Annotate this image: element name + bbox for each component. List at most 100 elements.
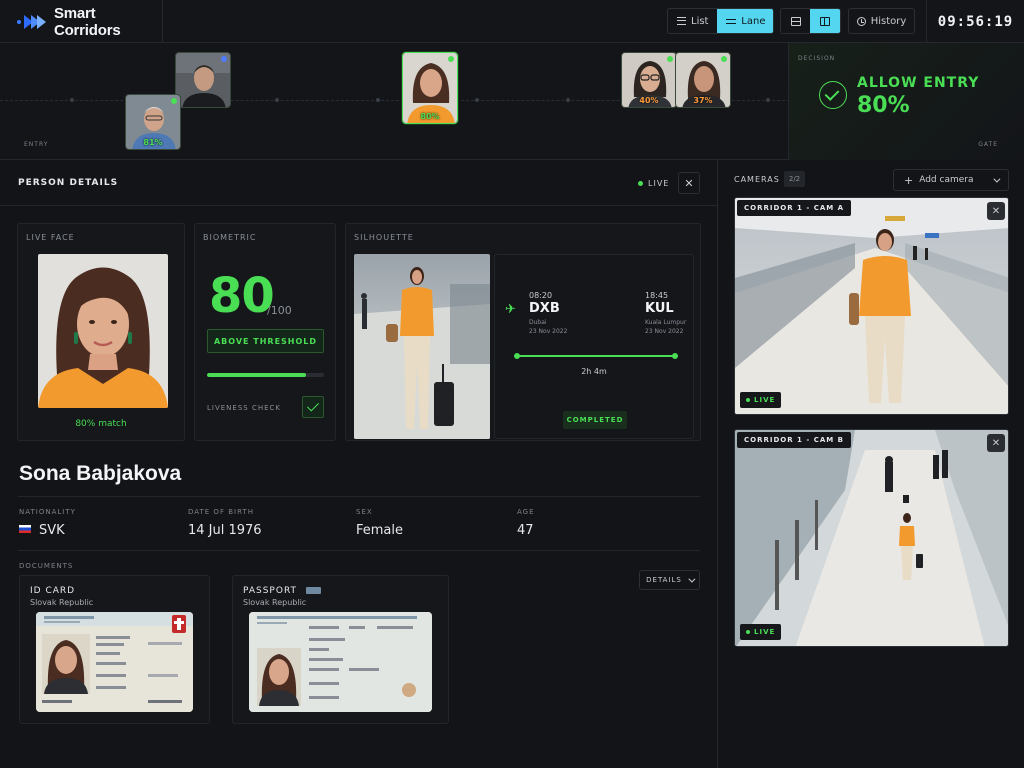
details-label: DETAILS bbox=[646, 576, 682, 584]
live-label: LIVE bbox=[648, 179, 670, 188]
divider bbox=[18, 496, 700, 497]
list-icon bbox=[677, 17, 686, 25]
flight-status-badge: COMPLETED bbox=[563, 411, 627, 429]
flight-info: 08:20 DXB Dubai 23 Nov 2022 ✈ 18:45 KUL … bbox=[494, 254, 694, 439]
clock: 09:56:19 bbox=[926, 0, 1024, 43]
arrival-city: Kuala Lumpur bbox=[645, 319, 687, 326]
age-value: 47 bbox=[517, 523, 534, 538]
documents-details-button[interactable]: DETAILS bbox=[639, 570, 700, 590]
lane-face-card[interactable]: 81% bbox=[125, 94, 181, 150]
liveness-label: LIVENESS CHECK bbox=[207, 404, 281, 412]
add-camera-button[interactable]: + Add camera bbox=[893, 169, 1009, 191]
status-dot bbox=[221, 56, 227, 62]
arrival-date: 23 Nov 2022 bbox=[645, 328, 684, 335]
passport-chip-icon bbox=[306, 587, 321, 594]
close-camera-button[interactable]: ✕ bbox=[987, 434, 1005, 452]
live-face-label: LIVE FACE bbox=[26, 233, 75, 242]
view-list-button[interactable]: List bbox=[668, 9, 717, 33]
entry-label: ENTRY bbox=[24, 141, 49, 148]
cameras-count: 2/2 bbox=[784, 171, 805, 187]
lane-marker bbox=[70, 98, 74, 102]
check-circle-icon bbox=[819, 81, 847, 109]
departure-city: Dubai bbox=[529, 319, 547, 326]
chevron-down-icon bbox=[688, 575, 696, 583]
lane-face-card[interactable]: 40% bbox=[621, 52, 677, 108]
departure-code: DXB bbox=[529, 301, 560, 316]
status-dot bbox=[171, 98, 177, 104]
face-match-pct: 80% bbox=[420, 112, 440, 121]
arrival-time: 18:45 bbox=[645, 291, 669, 300]
silhouette-image bbox=[354, 254, 490, 439]
layout-toggle bbox=[780, 8, 841, 34]
passport-image bbox=[249, 612, 432, 712]
id-card-document[interactable]: ID CARD Slovak Republic bbox=[19, 575, 210, 724]
departure-time: 08:20 bbox=[529, 291, 553, 300]
close-camera-button[interactable]: ✕ bbox=[987, 202, 1005, 220]
plus-icon: + bbox=[904, 173, 914, 187]
clock-icon bbox=[856, 16, 866, 26]
decision-label: DECISION bbox=[798, 55, 836, 62]
live-dot-icon bbox=[746, 398, 750, 402]
silhouette-label: SILHOUETTE bbox=[354, 233, 414, 242]
live-face-card: LIVE FACE 80% match bbox=[17, 223, 185, 441]
lane-icon bbox=[726, 18, 737, 25]
camera-live-badge: LIVE bbox=[740, 624, 782, 640]
live-indicator: LIVE bbox=[638, 179, 669, 188]
history-label: History bbox=[870, 15, 907, 27]
lane-marker bbox=[275, 98, 279, 102]
biometric-card: BIOMETRIC 80 /100 ABOVE THRESHOLD LIVENE… bbox=[194, 223, 336, 441]
layout-columns-button[interactable] bbox=[810, 9, 840, 33]
chevron-down-icon bbox=[993, 175, 1001, 183]
history-button[interactable]: History bbox=[848, 8, 915, 34]
app-name: Smart Corridors bbox=[53, 4, 121, 39]
camera-b-video bbox=[735, 430, 1008, 646]
biometric-progress bbox=[207, 373, 324, 377]
brand[interactable]: Smart Corridors bbox=[0, 0, 163, 43]
status-dot bbox=[448, 56, 454, 62]
face-match-pct: 81% bbox=[143, 138, 163, 147]
camera-name: CORRIDOR 1 - CAM A bbox=[737, 200, 852, 216]
close-panel-button[interactable]: ✕ bbox=[678, 172, 700, 194]
sex-value: Female bbox=[356, 523, 404, 538]
camera-live-badge: LIVE bbox=[740, 392, 782, 408]
flight-duration: 2h 4m bbox=[581, 367, 607, 376]
lane-face-card-selected[interactable]: 80% bbox=[402, 52, 458, 124]
face-match-text: 80% match bbox=[75, 419, 127, 429]
lane-face-card[interactable]: 37% bbox=[675, 52, 731, 108]
dob-value: 14 Jul 1976 bbox=[188, 523, 262, 538]
camera-a-video bbox=[735, 198, 1008, 414]
threshold-badge: ABOVE THRESHOLD bbox=[207, 329, 324, 353]
face-match-pct: 40% bbox=[639, 96, 659, 105]
biometric-score: 80 bbox=[209, 268, 275, 324]
layout-rows-button[interactable] bbox=[781, 9, 810, 33]
divider bbox=[18, 550, 700, 551]
sex-label: SEX bbox=[356, 508, 373, 516]
camera-feed-b[interactable]: CORRIDOR 1 - CAM B ✕ LIVE bbox=[734, 429, 1009, 647]
live-face-image bbox=[38, 254, 168, 408]
document-issuer: Slovak Republic bbox=[243, 598, 307, 607]
lane-face-card[interactable] bbox=[175, 52, 231, 108]
gate-label: GATE bbox=[978, 141, 998, 148]
top-bar: Smart Corridors List Lane History 09:56:… bbox=[0, 0, 1024, 43]
person-details-header: PERSON DETAILS LIVE ✕ bbox=[0, 160, 718, 206]
camera-live-text: LIVE bbox=[754, 396, 776, 404]
passport-document[interactable]: PASSPORT Slovak Republic bbox=[232, 575, 449, 724]
id-card-image bbox=[36, 612, 193, 712]
lane-marker bbox=[475, 98, 479, 102]
columns-layout-icon bbox=[820, 16, 830, 26]
logo-icon bbox=[17, 14, 46, 29]
lane-marker bbox=[766, 98, 770, 102]
age-label: AGE bbox=[517, 508, 535, 516]
decision-title: ALLOW ENTRY bbox=[857, 75, 980, 91]
biometric-score-max: /100 bbox=[267, 304, 292, 317]
cameras-title: CAMERAS bbox=[734, 175, 780, 184]
status-dot bbox=[667, 56, 673, 62]
person-name: Sona Babjakova bbox=[19, 462, 182, 485]
liveness-check-icon bbox=[302, 396, 324, 418]
face-match-pct: 37% bbox=[693, 96, 713, 105]
add-camera-label: Add camera bbox=[919, 175, 974, 185]
view-lane-button[interactable]: Lane bbox=[717, 9, 773, 33]
nationality-label: NATIONALITY bbox=[19, 508, 76, 516]
camera-feed-a[interactable]: CORRIDOR 1 - CAM A ✕ LIVE bbox=[734, 197, 1009, 415]
arrival-code: KUL bbox=[645, 301, 674, 316]
